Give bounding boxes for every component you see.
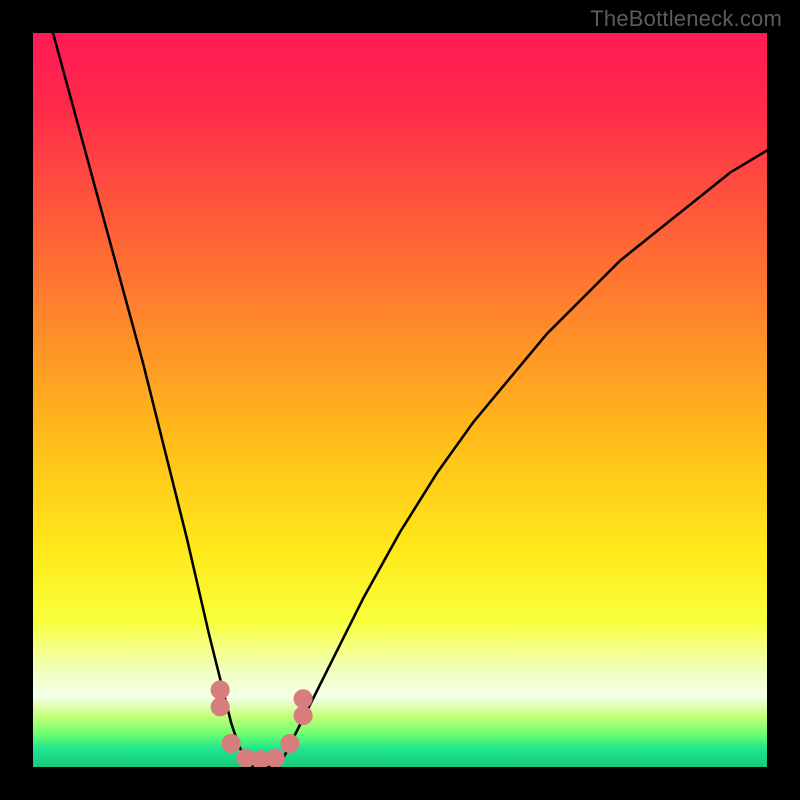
curve-path bbox=[33, 33, 767, 767]
valley-dot bbox=[266, 749, 285, 767]
valley-dot bbox=[211, 680, 230, 699]
valley-markers bbox=[211, 680, 313, 767]
chart-frame: TheBottleneck.com bbox=[0, 0, 800, 800]
bottleneck-curve bbox=[33, 33, 767, 767]
valley-dot bbox=[211, 697, 230, 716]
plot-area bbox=[33, 33, 767, 767]
valley-dot bbox=[294, 689, 313, 708]
valley-dot bbox=[280, 734, 299, 753]
watermark-text: TheBottleneck.com bbox=[590, 6, 782, 32]
valley-dot bbox=[294, 706, 313, 725]
valley-dot bbox=[222, 734, 241, 753]
